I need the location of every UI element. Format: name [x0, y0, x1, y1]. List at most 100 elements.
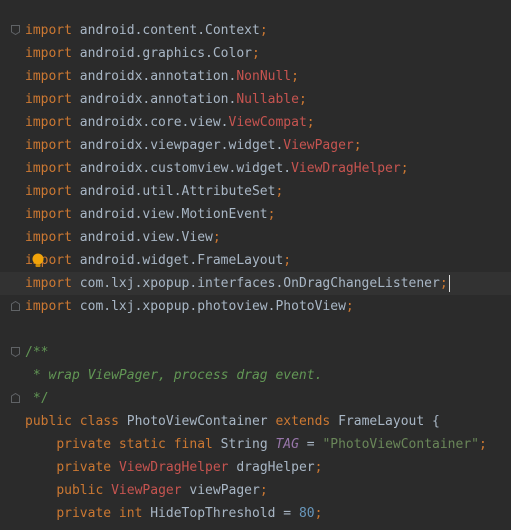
- fold-marker-icon[interactable]: [11, 393, 20, 403]
- code-token: private static final: [56, 437, 213, 452]
- code-token: ;: [298, 92, 307, 107]
- code-token: androidx.core.view.: [71, 115, 229, 130]
- code-line[interactable]: * wrap ViewPager, process drag event.: [0, 364, 511, 387]
- code-line[interactable]: import android.widget.FrameLayout;: [0, 249, 511, 272]
- code-token: android.view.View: [71, 230, 213, 245]
- text-caret: [448, 275, 450, 292]
- code-token: import: [25, 23, 72, 38]
- code-token: ;: [353, 138, 362, 153]
- code-token: import: [25, 69, 72, 84]
- code-line[interactable]: import androidx.annotation.Nullable;: [0, 88, 511, 111]
- code-token: import: [25, 138, 72, 153]
- code-line[interactable]: import android.view.View;: [0, 226, 511, 249]
- code-line[interactable]: private int HideTopThreshold = 80;: [0, 502, 511, 525]
- code-line[interactable]: */: [0, 387, 511, 410]
- code-token: =: [298, 437, 323, 452]
- code-token: ;: [314, 460, 323, 475]
- code-line[interactable]: import android.content.Context;: [0, 19, 511, 42]
- code-line[interactable]: private ViewDragHelper dragHelper;: [0, 456, 511, 479]
- lightbulb-icon[interactable]: [30, 252, 46, 269]
- code-token: import: [25, 161, 72, 176]
- code-token: TAG: [275, 437, 299, 452]
- code-token: public: [56, 483, 104, 498]
- code-token: import: [25, 184, 72, 199]
- fold-marker-icon[interactable]: [11, 25, 20, 35]
- code-token: ;: [291, 69, 299, 84]
- code-token: 80: [298, 506, 315, 521]
- code-token: String: [212, 437, 276, 452]
- code-token: ;: [267, 207, 276, 222]
- code-token: ;: [212, 230, 221, 245]
- code-token: dragHelper: [228, 460, 315, 475]
- code-token: com.lxj.xpopup.interfaces.OnDragChangeLi…: [71, 276, 440, 291]
- code-token: "PhotoViewContainer": [322, 437, 479, 452]
- code-token: ;: [439, 276, 448, 291]
- code-line[interactable]: import com.lxj.xpopup.interfaces.OnDragC…: [0, 272, 511, 295]
- code-line[interactable]: import androidx.customview.widget.ViewDr…: [0, 157, 511, 180]
- code-line[interactable]: public class PhotoViewContainer extends …: [0, 410, 511, 433]
- code-token: ;: [306, 115, 315, 130]
- code-token: ;: [314, 506, 323, 521]
- code-token: extends: [275, 414, 331, 429]
- code-token: androidx.annotation.: [71, 92, 237, 107]
- code-token: /**: [25, 345, 49, 360]
- code-token: import: [25, 207, 72, 222]
- code-token: androidx.customview.widget.: [71, 161, 292, 176]
- code-token: import: [25, 46, 72, 61]
- fold-marker-icon[interactable]: [11, 347, 20, 357]
- code-line[interactable]: import android.util.AttributeSet;: [0, 180, 511, 203]
- code-line[interactable]: private static final String TAG = "Photo…: [0, 433, 511, 456]
- code-token: ViewPager: [283, 138, 354, 153]
- code-token: FrameLayout {: [330, 414, 440, 429]
- code-token: com.lxj.xpopup.photoview.PhotoView: [71, 299, 346, 314]
- code-token: ViewDragHelper: [291, 161, 401, 176]
- code-line[interactable]: [0, 318, 511, 341]
- code-token: android.view.MotionEvent: [71, 207, 268, 222]
- code-line[interactable]: public ViewPager viewPager;: [0, 479, 511, 502]
- code-token: NonNull: [236, 69, 292, 84]
- code-token: ViewPager: [111, 483, 182, 498]
- code-token: ;: [275, 184, 284, 199]
- code-line[interactable]: import androidx.annotation.NonNull;: [0, 65, 511, 88]
- code-token: Nullable: [236, 92, 299, 107]
- code-token: android.content.Context: [71, 23, 260, 38]
- code-token: ;: [283, 253, 292, 268]
- code-token: import: [25, 92, 72, 107]
- code-token: PhotoViewContainer: [118, 414, 276, 429]
- code-token: ;: [400, 161, 409, 176]
- code-token: import: [25, 299, 72, 314]
- code-token: public class: [25, 414, 119, 429]
- code-token: ;: [345, 299, 354, 314]
- code-line[interactable]: import androidx.core.view.ViewCompat;: [0, 111, 511, 134]
- code-line[interactable]: import android.view.MotionEvent;: [0, 203, 511, 226]
- code-line[interactable]: import androidx.viewpager.widget.ViewPag…: [0, 134, 511, 157]
- code-line[interactable]: import android.graphics.Color;: [0, 42, 511, 65]
- code-token: */: [25, 391, 49, 406]
- code-token: private int: [56, 506, 143, 521]
- code-line[interactable]: import com.lxj.xpopup.photoview.PhotoVie…: [0, 295, 511, 318]
- code-token: * wrap ViewPager, process drag event.: [25, 368, 323, 383]
- code-token: import: [25, 276, 72, 291]
- code-token: android.widget.FrameLayout: [71, 253, 284, 268]
- code-token: ;: [251, 46, 260, 61]
- code-token: ;: [479, 437, 487, 452]
- code-token: ;: [259, 483, 268, 498]
- code-token: ViewCompat: [228, 115, 307, 130]
- code-token: HideTopThreshold =: [142, 506, 299, 521]
- code-token: ViewDragHelper: [118, 460, 229, 475]
- code-token: android.util.AttributeSet: [71, 184, 276, 199]
- code-token: import: [25, 115, 72, 130]
- code-line[interactable]: /**: [0, 341, 511, 364]
- code-token: androidx.viewpager.widget.: [71, 138, 284, 153]
- code-token: androidx.annotation.: [71, 69, 237, 84]
- code-token: private: [56, 460, 112, 475]
- code-editor[interactable]: import android.content.Context; import an…: [0, 19, 511, 525]
- code-token: ;: [259, 23, 268, 38]
- fold-marker-icon[interactable]: [11, 301, 20, 311]
- code-token: viewPager: [181, 483, 260, 498]
